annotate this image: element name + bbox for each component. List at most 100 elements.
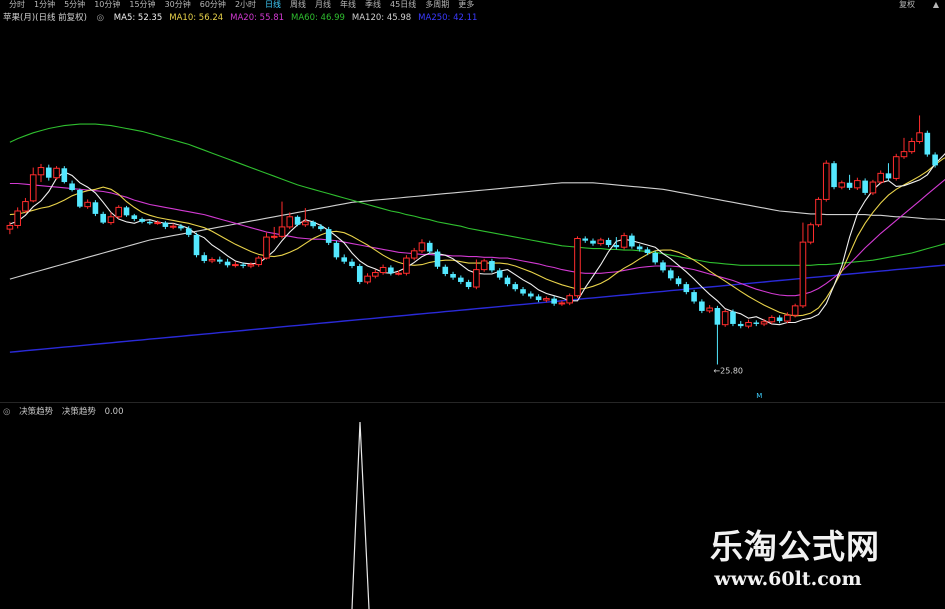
candle-down (660, 262, 666, 271)
candle-down (504, 277, 511, 285)
candle-up (255, 257, 262, 266)
candle-down (535, 296, 542, 301)
candle-up (22, 201, 29, 212)
candle-down (652, 252, 659, 263)
candle-up (53, 167, 60, 179)
indicator-spike-line (351, 421, 370, 609)
candle-down (240, 264, 246, 267)
candle-down (520, 289, 526, 294)
indicator-value: 0.00 (104, 407, 124, 417)
candle-up (14, 210, 21, 226)
candle-down (162, 222, 169, 227)
indicator-legend: ◎ 决策趋势 决策趋势 0.00 (3, 406, 130, 418)
candle-down (178, 226, 184, 229)
candle-up (232, 264, 239, 267)
candle-up (278, 226, 286, 237)
candle-up (916, 132, 923, 142)
candle-down (426, 242, 433, 252)
candle-up (6, 224, 14, 230)
candle-up (480, 260, 488, 271)
candle-down (465, 281, 472, 288)
candle-down (310, 221, 316, 227)
candle-down (730, 311, 736, 324)
candle-up (574, 238, 581, 297)
candle-down (885, 173, 892, 179)
candle-up (115, 206, 123, 218)
candle-up (403, 257, 410, 274)
candle-down (932, 154, 938, 166)
candle-down (714, 308, 721, 325)
candle-up (791, 305, 799, 316)
candle-down (100, 213, 106, 223)
candle-down (691, 292, 697, 302)
candle-up (706, 307, 713, 312)
candle-up (558, 302, 566, 305)
candle-down (442, 266, 449, 274)
candle-up (154, 222, 161, 225)
candle-down (512, 284, 519, 290)
candle-up (364, 275, 371, 283)
candle-up (247, 264, 255, 267)
candle-up (745, 321, 752, 327)
watermark-title: 乐淘公式网 (710, 527, 880, 566)
candle-down (217, 259, 223, 262)
candle-up (410, 250, 418, 259)
indicator-settings-icon[interactable]: ◎ (3, 407, 10, 417)
candle-down (294, 216, 301, 225)
candle-down (862, 180, 868, 193)
candle-down (333, 242, 340, 258)
candle-down (201, 255, 208, 261)
candle-up (838, 182, 846, 188)
candle-down (629, 235, 635, 247)
candle-down (123, 207, 130, 216)
candle-up (620, 235, 628, 248)
candle-up (37, 167, 45, 176)
candle-up (263, 236, 270, 259)
indicator-name: 决策趋势 (19, 407, 54, 417)
candle-up (768, 316, 776, 323)
candle-up (395, 272, 402, 275)
candle-down (388, 267, 394, 274)
candle-up (597, 239, 605, 245)
watermark: 乐淘公式网 www.60lt.com (690, 528, 900, 592)
candle-down (683, 284, 690, 293)
candle-up (892, 156, 900, 179)
candle-up (760, 321, 768, 325)
candle-down (636, 246, 643, 250)
price-chart[interactable]: ←25.80 M (0, 0, 945, 400)
candle-down (489, 260, 495, 271)
candle-down (605, 239, 612, 246)
candle-down (753, 322, 760, 324)
candle-down (77, 190, 83, 207)
candle-up (566, 295, 573, 304)
candle-down (644, 249, 651, 253)
candle-down (318, 226, 324, 230)
candle-down (139, 218, 145, 222)
candle-up (379, 266, 387, 274)
candle-up (815, 198, 822, 226)
candle-up (372, 272, 379, 277)
date-marker: M (756, 392, 762, 400)
candle-up (29, 174, 37, 202)
candle-down (675, 278, 682, 285)
candle-up (286, 216, 294, 228)
candle-down (496, 270, 503, 278)
candle-up (473, 269, 480, 288)
candle-down (185, 228, 192, 235)
candle-down (45, 167, 52, 178)
candle-down (131, 215, 138, 219)
candle-down (224, 261, 231, 266)
candle-down (776, 317, 783, 322)
panel-divider (0, 402, 945, 403)
candle-up (270, 235, 278, 238)
candle-down (846, 182, 853, 188)
candle-up (302, 221, 309, 226)
watermark-url: www.60lt.com (714, 568, 862, 590)
candle-up (107, 216, 115, 224)
candle-down (69, 183, 75, 191)
candle-down (193, 234, 200, 256)
candle-down (356, 266, 363, 282)
candle-down (349, 261, 355, 267)
candle-down (699, 301, 705, 311)
candle-down (528, 293, 534, 297)
